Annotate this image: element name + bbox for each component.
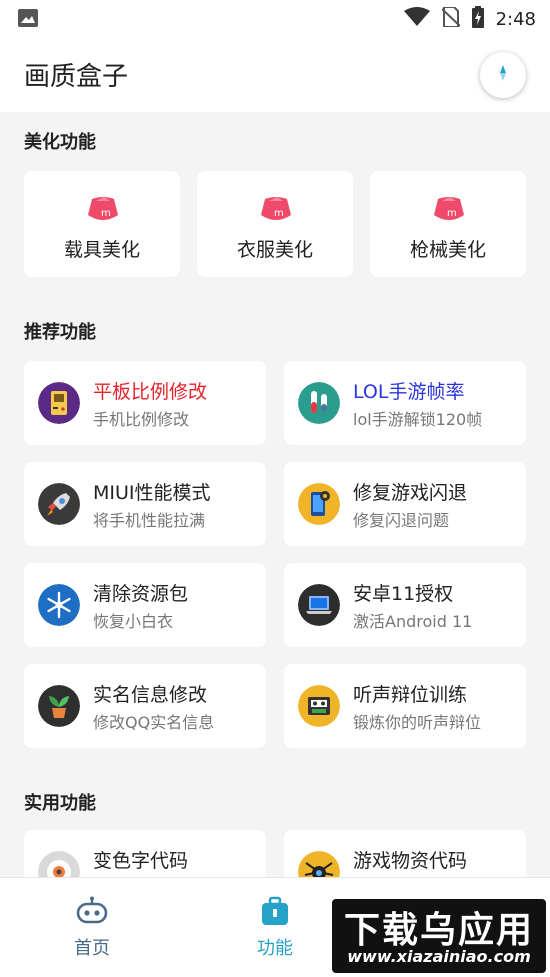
feature-title: 游戏物资代码 (353, 850, 468, 872)
compass-icon (493, 63, 513, 87)
svg-text:m: m (101, 208, 111, 219)
test-tubes-icon (298, 382, 340, 424)
laptop-icon (298, 584, 340, 626)
feature-card-lol-fps[interactable]: LOL手游帧率 lol手游解锁120帧 (284, 361, 526, 445)
svg-text:m: m (447, 208, 457, 219)
snowflake-icon (38, 584, 80, 626)
feature-card-fix-crash[interactable]: 修复游戏闪退 修复闪退问题 (284, 462, 526, 546)
compass-button[interactable] (480, 52, 526, 98)
feature-card-realname[interactable]: 实名信息修改 修改QQ实名信息 (24, 664, 266, 748)
m-logo-icon: m (259, 195, 293, 229)
feature-subtitle: 激活Android 11 (353, 612, 473, 631)
nav-label-features: 功能 (257, 938, 293, 959)
gameboy-icon (38, 382, 80, 424)
cassette-icon (298, 685, 340, 727)
clock-time: 2:48 (495, 8, 536, 30)
feature-title: 听声辩位训练 (353, 684, 468, 706)
beauty-card-vehicle[interactable]: m 载具美化 (24, 171, 180, 277)
beauty-label: 枪械美化 (409, 239, 486, 261)
app-header: 画质盒子 (0, 36, 550, 112)
feature-card-miui-performance[interactable]: MIUI性能模式 将手机性能拉满 (24, 462, 266, 546)
watermark-url: www.xiazainiao.com (347, 947, 531, 966)
nav-item-features[interactable]: 功能 (235, 896, 315, 960)
battery-charging-icon (471, 6, 484, 32)
section-title-utility: 实用功能 (24, 793, 96, 814)
feature-title: MIUI性能模式 (93, 482, 211, 504)
feature-subtitle: 修复闪退问题 (353, 511, 450, 530)
nav-label-home: 首页 (74, 938, 110, 959)
rocket-icon (38, 483, 80, 525)
phone-gear-icon (298, 483, 340, 525)
m-logo-icon: m (432, 195, 466, 229)
beauty-card-clothes[interactable]: m 衣服美化 (197, 171, 353, 277)
feature-subtitle: lol手游解锁120帧 (353, 410, 483, 429)
plant-icon (38, 685, 80, 727)
section-title-beauty: 美化功能 (24, 132, 96, 153)
image-icon (18, 9, 38, 31)
feature-title: LOL手游帧率 (353, 381, 465, 403)
beauty-label: 衣服美化 (236, 239, 313, 261)
svg-text:m: m (274, 208, 284, 219)
feature-title: 平板比例修改 (93, 381, 208, 403)
m-logo-icon: m (86, 195, 120, 229)
feature-subtitle: 修改QQ实名信息 (93, 713, 215, 732)
nav-item-home[interactable]: 首页 (52, 896, 132, 960)
feature-title: 清除资源包 (93, 583, 189, 605)
beauty-label: 载具美化 (63, 239, 140, 261)
feature-title: 实名信息修改 (93, 684, 208, 706)
feature-subtitle: 恢复小白衣 (93, 612, 174, 631)
feature-subtitle: 锻炼你的听声辩位 (353, 713, 482, 732)
status-bar: 2:48 (0, 0, 550, 36)
beauty-card-weapons[interactable]: m 枪械美化 (370, 171, 526, 277)
robot-icon (74, 896, 110, 930)
feature-title: 修复游戏闪退 (353, 482, 468, 504)
feature-card-tablet-ratio[interactable]: 平板比例修改 手机比例修改 (24, 361, 266, 445)
toolbox-icon (257, 896, 293, 930)
page-title: 画质盒子 (24, 62, 129, 92)
feature-subtitle: 将手机性能拉满 (93, 511, 206, 530)
feature-subtitle: 手机比例修改 (93, 410, 190, 429)
feature-card-android11-auth[interactable]: 安卓11授权 激活Android 11 (284, 563, 526, 647)
section-title-recommended: 推荐功能 (24, 322, 96, 343)
feature-card-sound-training[interactable]: 听声辩位训练 锻炼你的听声辩位 (284, 664, 526, 748)
wifi-icon (403, 7, 430, 31)
feature-title: 安卓11授权 (353, 583, 454, 605)
feature-title: 变色字代码 (93, 850, 189, 872)
feature-card-clear-pack[interactable]: 清除资源包 恢复小白衣 (24, 563, 266, 647)
watermark-title: 下载乌应用 (343, 910, 534, 951)
no-sim-icon (440, 6, 461, 31)
site-watermark: 下载乌应用 www.xiazainiao.com (332, 899, 546, 973)
